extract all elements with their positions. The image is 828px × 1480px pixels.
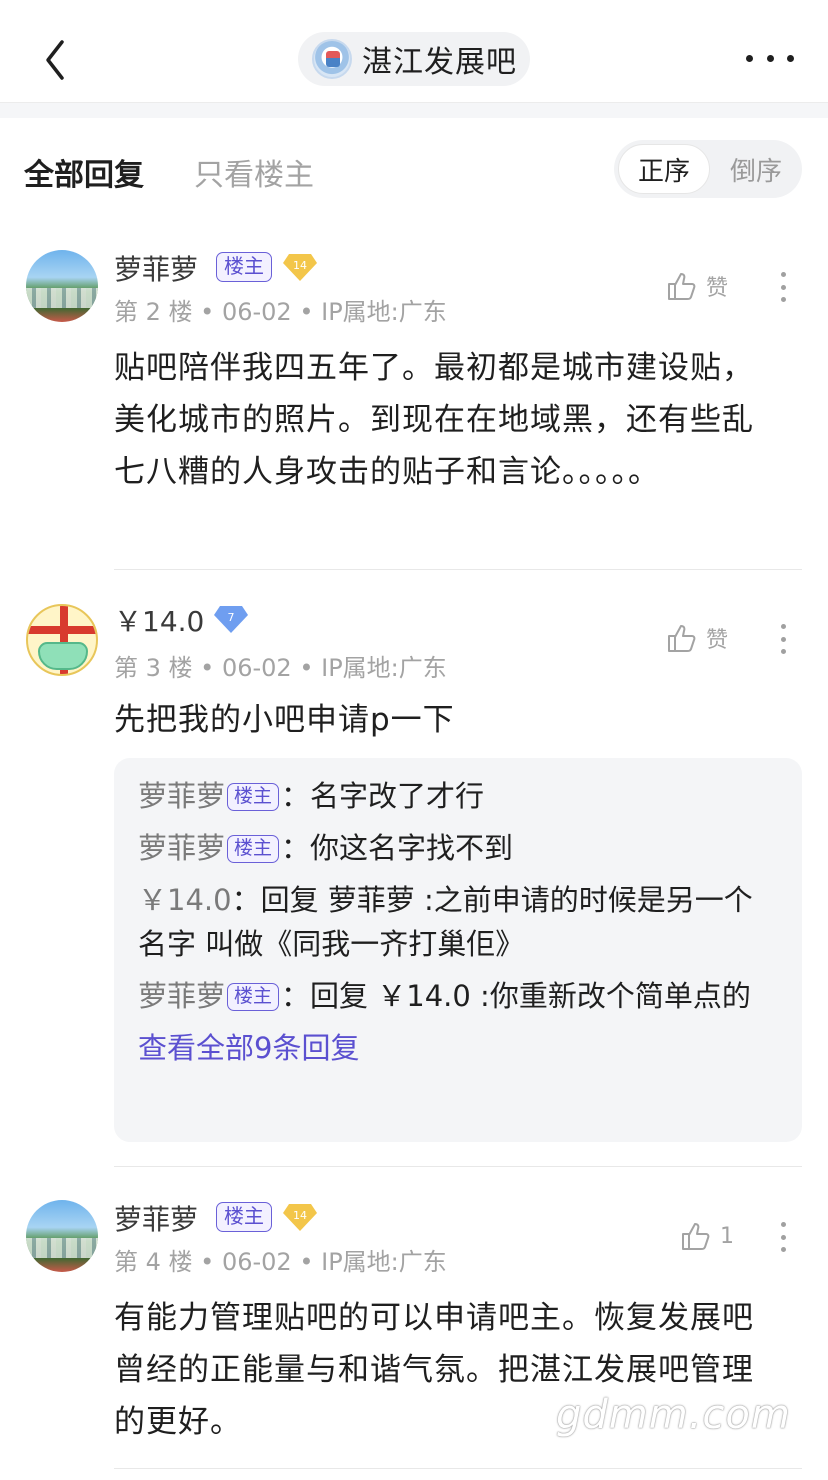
level-badge-icon: 7 [214, 606, 248, 633]
sub-reply-author[interactable]: 萝菲萝 [138, 831, 225, 865]
sub-reply-author[interactable]: ￥14.0 [138, 883, 232, 917]
post-meta: 第 3 楼 • 06-02 • IP属地:广东 [114, 654, 447, 682]
floor-number: 第 3 楼 [114, 654, 193, 682]
watermark-text: gdmm.com [556, 1392, 791, 1438]
sub-reply-author[interactable]: 萝菲萝 [138, 979, 225, 1013]
like-label: 赞 [706, 628, 729, 653]
ip-location: IP属地:广东 [321, 1248, 447, 1276]
sort-toggle: 正序 倒序 [614, 140, 802, 198]
post-divider [114, 569, 802, 570]
sort-ascending-button[interactable]: 正序 [618, 144, 710, 194]
username[interactable]: 萝菲萝 [114, 248, 198, 288]
post-meta: 第 4 楼 • 06-02 • IP属地:广东 [114, 1248, 447, 1276]
sub-reply-text: 你这名字找不到 [310, 831, 514, 865]
owner-badge: 楼主 [227, 983, 280, 1011]
more-options-icon[interactable] [746, 48, 794, 68]
sub-reply-text: 回复 ￥14.0 :你重新改个简单点的 [310, 979, 751, 1013]
post-content: 先把我的小吧申请p一下 [114, 702, 455, 738]
forum-name: 湛江发展吧 [362, 45, 517, 80]
post-date: 06-02 [221, 298, 292, 326]
avatar[interactable] [26, 1200, 98, 1272]
view-all-replies-link[interactable]: 查看全部9条回复 [138, 1026, 778, 1070]
thumbs-up-icon [682, 1223, 710, 1250]
floor-number: 第 2 楼 [114, 298, 193, 326]
post-more-icon[interactable] [781, 624, 787, 654]
floor-number: 第 4 楼 [114, 1248, 193, 1276]
tab-owner-only[interactable]: 只看楼主 [194, 150, 314, 194]
tab-all-replies[interactable]: 全部回复 [24, 150, 144, 194]
thumbs-up-icon [668, 273, 696, 300]
svg-text:7: 7 [228, 611, 235, 624]
sub-reply[interactable]: 萝菲萝 楼主 ：你这名字找不到 [138, 826, 778, 870]
thumbs-up-icon [668, 625, 696, 652]
top-bar: 湛江发展吧 [0, 0, 828, 104]
ip-location: IP属地:广东 [321, 654, 447, 682]
sub-reply[interactable]: 萝菲萝 楼主 ：回复 ￥14.0 :你重新改个简单点的 [138, 974, 778, 1018]
like-count: 1 [720, 1223, 734, 1249]
post-date: 06-02 [221, 1248, 292, 1276]
post-divider [114, 1166, 802, 1167]
sub-reply-text: 名字改了才行 [310, 779, 485, 813]
ip-location: IP属地:广东 [321, 298, 447, 326]
svg-text:14: 14 [293, 1209, 307, 1222]
owner-badge: 楼主 [227, 835, 280, 863]
post-meta: 第 2 楼 • 06-02 • IP属地:广东 [114, 298, 447, 326]
owner-badge: 楼主 [216, 252, 272, 282]
sub-reply[interactable]: ￥14.0：回复 萝菲萝 :之前申请的时候是另一个名字 叫做《同我一齐打巢佢》 [138, 878, 778, 966]
post-more-icon[interactable] [781, 272, 787, 302]
username[interactable]: 萝菲萝 [114, 1198, 198, 1238]
like-button[interactable]: 1 [680, 1220, 734, 1252]
forum-avatar [312, 39, 352, 79]
like-button[interactable]: 赞 [666, 622, 728, 654]
level-badge-icon: 14 [283, 1204, 317, 1231]
post-more-icon[interactable] [781, 1222, 787, 1252]
sub-reply[interactable]: 萝菲萝 楼主 ：名字改了才行 [138, 774, 778, 818]
svg-text:14: 14 [293, 259, 307, 272]
like-button[interactable]: 赞 [666, 270, 728, 302]
post-content: 贴吧陪伴我四五年了。最初都是城市建设贴，美化城市的照片。到现在在地域黑，还有些乱… [114, 350, 754, 490]
post-date: 06-02 [221, 654, 292, 682]
avatar[interactable] [26, 604, 98, 676]
avatar[interactable] [26, 250, 98, 322]
sort-descending-button[interactable]: 倒序 [714, 144, 798, 194]
like-label: 赞 [706, 276, 729, 301]
back-chevron-icon[interactable] [38, 36, 74, 84]
sub-reply-author[interactable]: 萝菲萝 [138, 779, 225, 813]
sub-replies-box: 萝菲萝 楼主 ：名字改了才行 萝菲萝 楼主 ：你这名字找不到 ￥14.0：回复 萝菲萝 … [114, 758, 802, 1142]
username[interactable]: ￥14.0 [114, 600, 204, 640]
post-divider [114, 1468, 802, 1469]
owner-badge: 楼主 [227, 783, 280, 811]
owner-badge: 楼主 [216, 1202, 272, 1232]
level-badge-icon: 14 [283, 254, 317, 281]
forum-title-pill[interactable]: 湛江发展吧 [298, 32, 530, 86]
top-divider [0, 102, 828, 118]
